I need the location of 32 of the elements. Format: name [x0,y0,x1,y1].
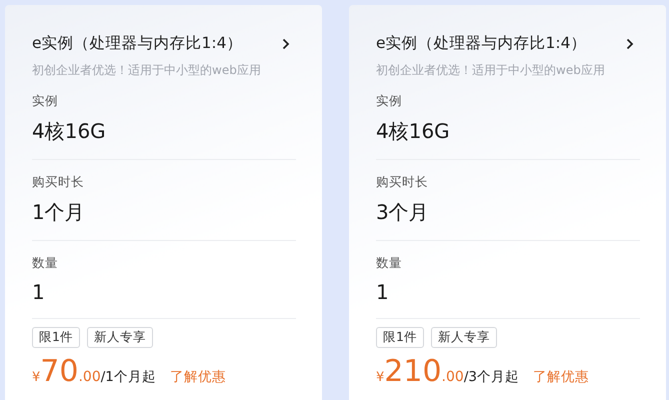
currency-symbol: ¥ [32,370,40,385]
field-label: 数量 [376,255,403,272]
chevron-right-icon[interactable] [626,38,634,50]
chevron-right-icon[interactable] [282,38,290,50]
tag: 限1件 [376,327,424,348]
field-value: 1 [376,280,390,304]
card-subtitle: 初创企业者优选！适用于中小型的web应用 [32,62,262,79]
discount-link[interactable]: 了解优惠 [532,368,589,386]
field-label: 购买时长 [376,174,429,191]
field-value: 3个月 [376,199,430,226]
price-integer: 210 [384,354,442,389]
tag: 新人专享 [430,327,497,348]
price-unit: /3个月起 [464,368,519,386]
price-decimal: .00 [442,369,464,385]
field-label: 购买时长 [32,174,85,191]
tag: 新人专享 [86,327,153,348]
card-title: e实例（处理器与内存比1:4） [32,33,242,54]
price-decimal: .00 [78,369,101,385]
field-value: 1 [32,280,46,304]
field-label: 实例 [32,93,59,110]
field-label: 数量 [32,255,59,272]
tag: 限1件 [32,327,80,348]
field-label: 实例 [376,93,403,110]
card-subtitle: 初创企业者优选！适用于中小型的web应用 [376,62,606,79]
price-unit: /1个月起 [100,368,156,386]
field-value: 4核16G [376,118,451,145]
field-value: 1个月 [32,199,86,226]
card-title: e实例（处理器与内存比1:4） [376,33,586,54]
price-integer: 70 [40,354,78,389]
currency-symbol: ¥ [376,370,384,385]
discount-link[interactable]: 了解优惠 [170,368,226,386]
field-value: 4核16G [32,118,107,145]
